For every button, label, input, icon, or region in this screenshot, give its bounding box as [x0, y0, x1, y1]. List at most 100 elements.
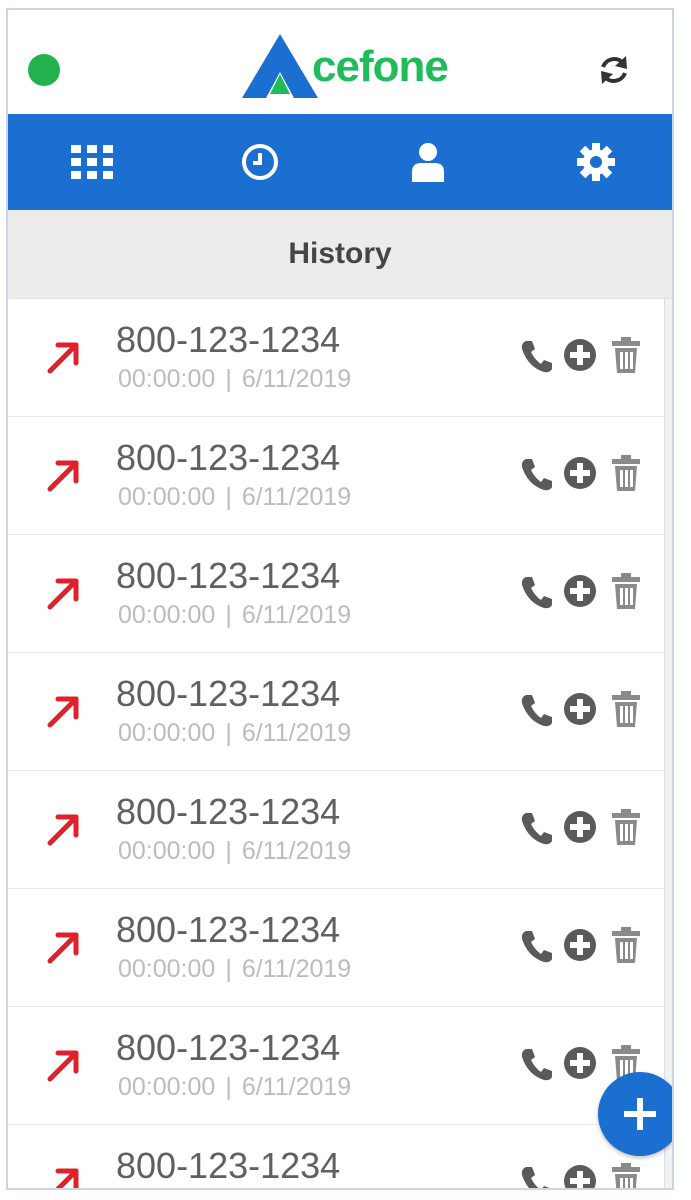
- call-row[interactable]: 800-123-1234 00:00:00 | 6/11/2019: [8, 653, 664, 771]
- phone-number: 800-123-1234: [116, 673, 341, 714]
- call-duration: 00:00:00: [118, 1073, 216, 1101]
- call-date: 6/11/2019: [241, 955, 352, 983]
- logo-text: cefone: [312, 42, 449, 91]
- separator: |: [225, 601, 232, 629]
- call-duration: 00:00:00: [118, 601, 216, 629]
- call-duration: 00:00:00: [118, 719, 216, 747]
- app-window: cefone History 800-123-1234 00:00:00 | 6…: [6, 8, 674, 1190]
- clock-icon: [242, 144, 278, 180]
- separator: |: [225, 837, 232, 865]
- call-row[interactable]: 800-123-1234 00:00:00 | 6/11/2019: [8, 889, 664, 1007]
- separator: |: [225, 955, 232, 983]
- call-date: 6/11/2019: [241, 837, 352, 865]
- trash-icon[interactable]: [608, 807, 644, 847]
- phone-number: 800-123-1234: [116, 791, 341, 832]
- add-circle-icon[interactable]: [562, 925, 598, 965]
- outgoing-call-icon: [55, 1168, 79, 1188]
- user-icon: [412, 143, 444, 182]
- add-circle-icon[interactable]: [562, 571, 598, 611]
- row-actions: [512, 335, 642, 375]
- acefone-logo: cefone: [236, 28, 456, 106]
- tab-dialpad[interactable]: [8, 114, 176, 210]
- phone-icon[interactable]: [518, 689, 554, 729]
- row-actions: [512, 571, 642, 611]
- call-duration: 00:00:00: [118, 837, 216, 865]
- outgoing-call-icon: [47, 814, 79, 846]
- call-duration: 00:00:00: [118, 955, 216, 983]
- call-meta: 00:00:00 | 6/11/2019: [118, 1073, 351, 1102]
- add-circle-icon[interactable]: [562, 1043, 598, 1083]
- call-meta: 00:00:00 | 6/11/2019: [118, 365, 351, 394]
- phone-number: 800-123-1234: [116, 319, 341, 360]
- call-history-list: 800-123-1234 00:00:00 | 6/11/2019 800-12…: [8, 299, 664, 1190]
- outgoing-call-icon: [47, 932, 79, 964]
- refresh-icon: [601, 56, 627, 84]
- outgoing-call-icon: [47, 578, 79, 610]
- trash-icon[interactable]: [608, 1161, 644, 1190]
- phone-number: 800-123-1234: [116, 1027, 341, 1068]
- outgoing-call-icon: [47, 342, 79, 374]
- call-meta: 00:00:00 | 6/11/2019: [118, 601, 351, 630]
- separator: |: [225, 1073, 232, 1101]
- gear-icon: [577, 143, 615, 181]
- call-date: 6/11/2019: [241, 365, 352, 393]
- page-title: History: [288, 237, 392, 270]
- phone-icon[interactable]: [518, 571, 554, 611]
- call-meta: 00:00:00 | 6/11/2019: [118, 483, 351, 512]
- outgoing-call-icon: [47, 1050, 79, 1082]
- phone-number: 800-123-1234: [116, 1145, 341, 1186]
- call-row[interactable]: 800-123-1234 00:00:00|6/11/2019: [8, 417, 664, 535]
- separator: |: [225, 365, 232, 393]
- page-title-bar: History: [8, 210, 672, 299]
- phone-icon[interactable]: [518, 1161, 554, 1190]
- row-actions: [512, 925, 642, 965]
- trash-icon[interactable]: [608, 335, 644, 375]
- add-fab-button[interactable]: [598, 1072, 672, 1156]
- call-row[interactable]: 800-123-1234 00:00:00 | 6/11/2019: [8, 535, 664, 653]
- add-circle-icon[interactable]: [562, 689, 598, 729]
- call-meta: 00:00:00 | 6/11/2019: [118, 955, 351, 984]
- phone-number: 800-123-1234: [116, 909, 341, 950]
- phone-number: 800-123-1234: [116, 555, 341, 596]
- phone-icon[interactable]: [518, 807, 554, 847]
- phone-icon[interactable]: [518, 335, 554, 375]
- call-meta: 00:00:00 | 6/11/2019: [118, 837, 351, 866]
- tab-settings[interactable]: [512, 114, 672, 210]
- call-date: 6/11/2019: [241, 601, 352, 629]
- tab-history[interactable]: [176, 114, 344, 210]
- phone-number: 800-123-1234: [116, 437, 341, 478]
- row-actions: [512, 807, 642, 847]
- trash-icon[interactable]: [608, 453, 644, 493]
- add-circle-icon[interactable]: [562, 453, 598, 493]
- tab-contacts[interactable]: [344, 114, 512, 210]
- call-date: 6/11/2019: [241, 719, 352, 747]
- call-row[interactable]: 800-123-1234 00:00:00|6/11/2019: [8, 1125, 664, 1190]
- call-row[interactable]: 800-123-1234 00:00:00 | 6/11/2019: [8, 299, 664, 417]
- row-actions: [512, 689, 642, 729]
- row-actions: [512, 453, 642, 493]
- add-circle-icon[interactable]: [562, 1161, 598, 1190]
- outgoing-call-icon: [47, 696, 79, 728]
- trash-icon[interactable]: [608, 689, 644, 729]
- separator: |: [225, 719, 232, 747]
- call-meta: 00:00:00 | 6/11/2019: [118, 719, 351, 748]
- logo-mark-icon: [242, 34, 318, 98]
- outgoing-call-icon: [47, 460, 79, 492]
- add-circle-icon[interactable]: [562, 335, 598, 375]
- add-circle-icon[interactable]: [562, 807, 598, 847]
- trash-icon[interactable]: [608, 925, 644, 965]
- phone-icon[interactable]: [518, 453, 554, 493]
- call-row[interactable]: 800-123-1234 00:00:00|6/11/2019: [8, 1007, 664, 1125]
- separator: |: [225, 483, 232, 511]
- refresh-button[interactable]: [594, 50, 634, 90]
- scrollbar[interactable]: [664, 299, 672, 1188]
- phone-icon[interactable]: [518, 1043, 554, 1083]
- dialpad-icon: [71, 145, 113, 179]
- call-row[interactable]: 800-123-1234 00:00:00 | 6/11/2019: [8, 771, 664, 889]
- call-date: 6/11/2019: [241, 483, 352, 511]
- phone-icon[interactable]: [518, 925, 554, 965]
- row-actions: [512, 1161, 644, 1190]
- nav-bar: [8, 114, 672, 210]
- trash-icon[interactable]: [608, 571, 644, 611]
- call-duration: 00:00:00: [118, 365, 216, 393]
